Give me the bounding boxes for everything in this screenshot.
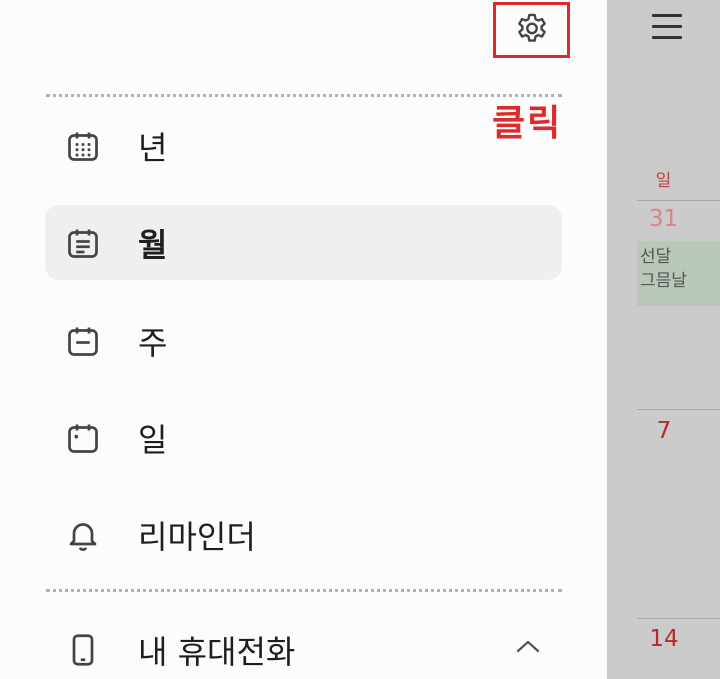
hamburger-menu-icon[interactable]: [652, 12, 684, 42]
menu-item-reminder[interactable]: 리마인더: [45, 497, 562, 572]
calendar-event[interactable]: 선달 그믐날: [637, 241, 720, 306]
calendar-date-31[interactable]: 31: [607, 206, 720, 232]
menu-item-year[interactable]: 년: [45, 108, 562, 183]
menu-item-label: 월: [138, 225, 168, 264]
menu-item-label: 년: [138, 128, 168, 167]
gear-icon: [517, 13, 546, 42]
settings-button[interactable]: [493, 2, 570, 58]
menu-item-week[interactable]: 주: [45, 303, 562, 378]
calendar-row-divider: [637, 409, 720, 410]
calendar-background: [607, 0, 720, 679]
calendar-day-icon: [68, 424, 98, 453]
calendar-month-icon: [68, 229, 98, 258]
calendar-year-icon: [68, 132, 98, 161]
bell-icon: [69, 522, 97, 551]
menu-item-day[interactable]: 일: [45, 400, 562, 475]
menu-item-label: 리마인더: [138, 517, 256, 556]
calendar-row-divider: [637, 618, 720, 619]
calendar-date-14[interactable]: 14: [589, 626, 720, 652]
phone-icon: [72, 633, 94, 666]
navigation-drawer: 클릭 년 월 주 일 리마인더 내 휴대전화: [0, 0, 607, 679]
menu-item-month[interactable]: 월: [45, 205, 562, 280]
drawer-divider: [46, 589, 562, 592]
chevron-up-icon[interactable]: [512, 634, 544, 658]
section-label: 내 휴대전화: [138, 632, 296, 671]
weekday-sunday-header: 일: [655, 171, 672, 191]
drawer-divider: [46, 94, 562, 97]
section-my-phone[interactable]: 내 휴대전화: [45, 612, 562, 679]
menu-item-label: 주: [138, 323, 168, 362]
calendar-week-icon: [68, 327, 98, 356]
calendar-date-7[interactable]: 7: [589, 418, 720, 444]
calendar-row-divider: [637, 200, 720, 201]
menu-item-label: 일: [138, 420, 168, 459]
